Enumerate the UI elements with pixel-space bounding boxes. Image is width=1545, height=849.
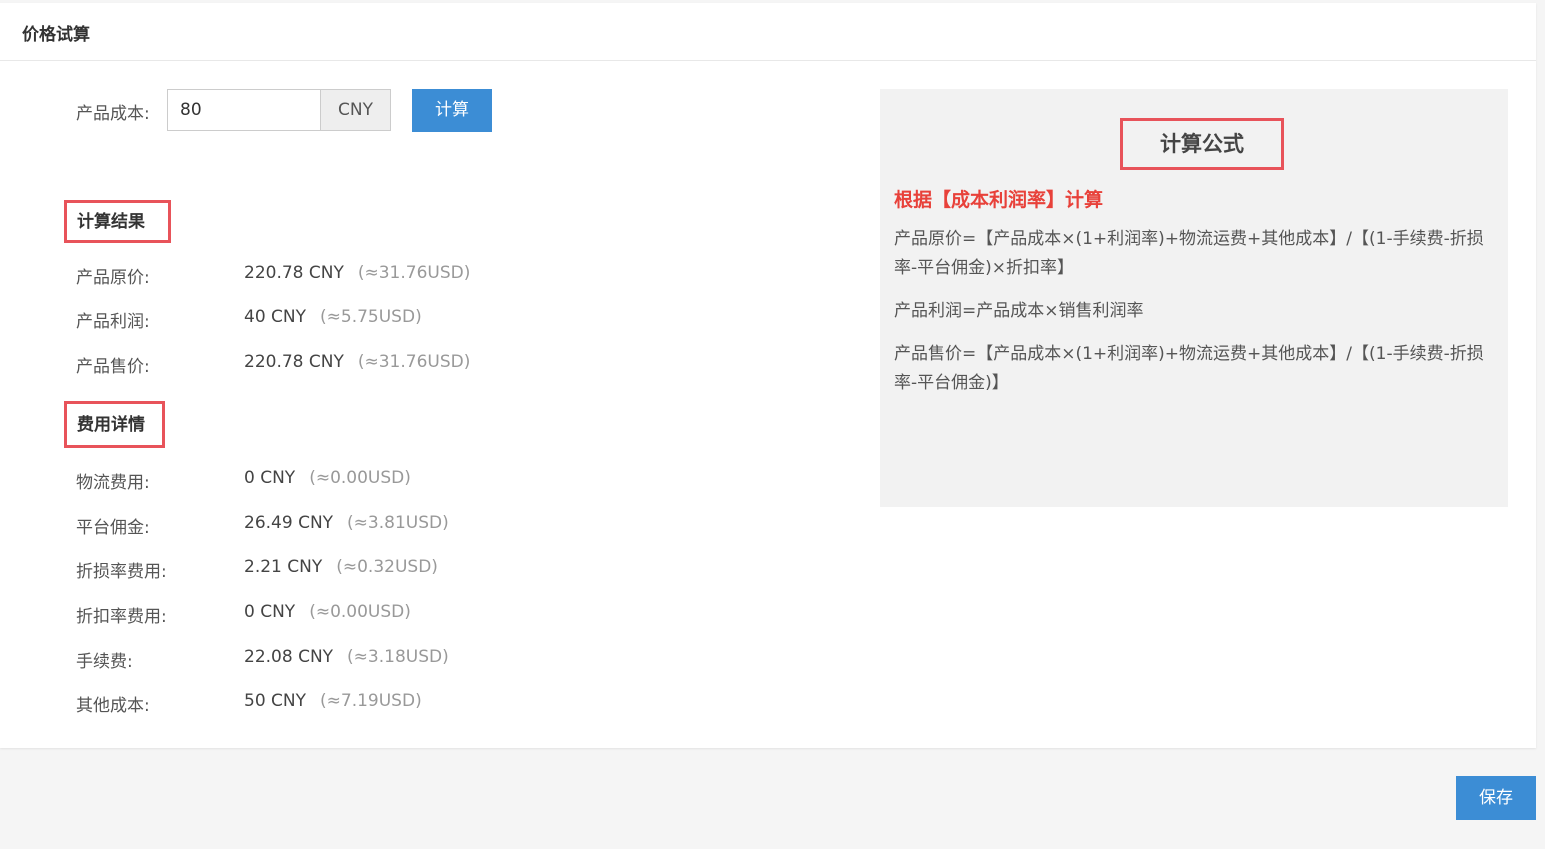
result-label: 产品利润: xyxy=(76,312,150,332)
formula-selling-price: 产品售价=【产品成本×(1+利润率)+物流运费+其他成本】/【(1-手续费-折损… xyxy=(894,344,1484,393)
fee-value: 2.21 CNY (≈0.32USD) xyxy=(244,557,438,577)
result-label: 产品售价: xyxy=(76,357,150,377)
formula-profit: 产品利润=产品成本×销售利润率 xyxy=(894,301,1144,321)
fee-value: 50 CNY (≈7.19USD) xyxy=(244,691,422,711)
formula-box: 计算公式 根据【成本利润率】计算 产品原价=【产品成本×(1+利润率)+物流运费… xyxy=(880,89,1508,507)
panel-title: 价格试算 xyxy=(22,25,90,45)
fee-details-title: 费用详情 xyxy=(64,401,165,448)
product-cost-input[interactable] xyxy=(167,89,320,131)
formula-original-price: 产品原价=【产品成本×(1+利润率)+物流运费+其他成本】/【(1-手续费-折损… xyxy=(894,229,1484,278)
save-button[interactable]: 保存 xyxy=(1456,776,1536,820)
fee-label: 平台佣金: xyxy=(76,518,150,538)
formula-title: 计算公式 xyxy=(1120,118,1284,170)
fee-value: 0 CNY (≈0.00USD) xyxy=(244,468,411,488)
fee-label: 折损率费用: xyxy=(76,562,167,582)
calculate-button[interactable]: 计算 xyxy=(412,89,492,132)
calc-result-title: 计算结果 xyxy=(64,200,171,243)
product-cost-label: 产品成本: xyxy=(76,104,150,124)
formula-basis: 根据【成本利润率】计算 xyxy=(894,189,1104,211)
panel-header: 价格试算 xyxy=(0,3,1536,61)
currency-addon: CNY xyxy=(320,89,391,131)
fee-label: 其他成本: xyxy=(76,696,150,716)
price-trial-panel: 价格试算 产品成本: CNY 计算 计算结果 产品原价: 220.78 CNY(… xyxy=(0,3,1536,748)
result-value: 40 CNY (≈5.75USD) xyxy=(244,307,422,327)
fee-value: 26.49 CNY (≈3.81USD) xyxy=(244,513,449,533)
fee-label: 折扣率费用: xyxy=(76,607,167,627)
fee-label: 物流费用: xyxy=(76,473,150,493)
result-value: 220.78 CNY (≈31.76USD) xyxy=(244,352,471,372)
result-label: 产品原价: xyxy=(76,268,150,288)
fee-value: 22.08 CNY (≈3.18USD) xyxy=(244,647,449,667)
fee-label: 手续费: xyxy=(76,652,133,672)
fee-value: 0 CNY (≈0.00USD) xyxy=(244,602,411,622)
result-value: 220.78 CNY (≈31.76USD) xyxy=(244,263,471,283)
